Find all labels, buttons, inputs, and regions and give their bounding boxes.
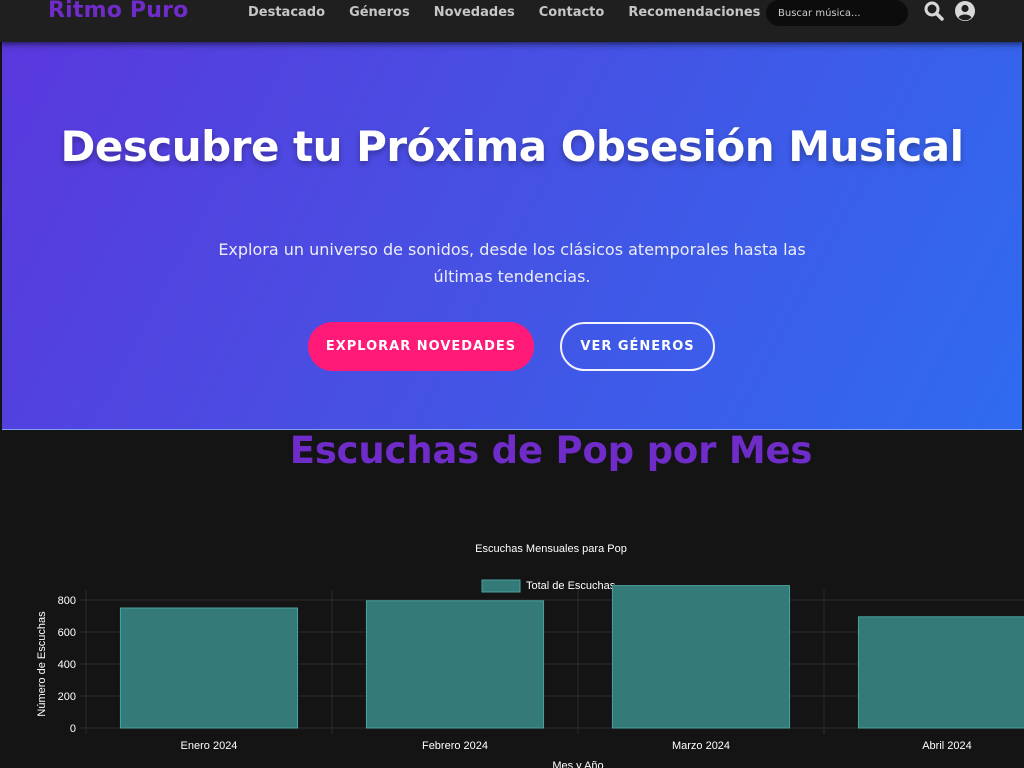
y-tick-label: 0: [70, 723, 76, 735]
hero-section: Descubre tu Próxima Obsesión Musical Exp…: [2, 42, 1022, 430]
search-icon[interactable]: [923, 0, 945, 22]
nav-link-generos[interactable]: Géneros: [349, 5, 410, 20]
search-box: [766, 0, 908, 26]
x-tick-label: Febrero 2024: [422, 740, 488, 752]
legend-label: Total de Escuchas: [526, 580, 616, 592]
pop-listens-bar-chart: Escuchas Mensuales para Pop Total de Escu…: [36, 543, 1024, 768]
y-axis-title: Número de Escuchas: [36, 611, 48, 717]
bar: [119, 607, 299, 729]
chart-title: Escuchas Mensuales para Pop: [475, 543, 627, 555]
x-tick-label: Abril 2024: [922, 740, 972, 752]
legend-swatch: [481, 579, 521, 593]
bar: [365, 600, 545, 729]
x-axis-title: Mes y Año: [552, 760, 603, 768]
nav-link-destacado[interactable]: Destacado: [248, 5, 325, 20]
explore-new-releases-button[interactable]: EXPLORAR NOVEDADES: [308, 322, 534, 371]
hero-subtitle: Explora un universo de sonidos, desde lo…: [218, 240, 806, 286]
top-navbar: Ritmo Puro Destacado Géneros Novedades C…: [0, 0, 1024, 42]
view-genres-button[interactable]: VER GÉNEROS: [560, 322, 715, 371]
section-title: Escuchas de Pop por Mes: [289, 429, 813, 472]
nav-links: Destacado Géneros Novedades Contacto Rec…: [248, 5, 784, 20]
y-tick-label: 400: [58, 659, 76, 671]
nav-link-recomendaciones[interactable]: Recomendaciones: [628, 5, 760, 20]
bar: [857, 616, 1024, 729]
brand-logo[interactable]: Ritmo Puro: [48, 0, 188, 23]
nav-link-contacto[interactable]: Contacto: [539, 5, 605, 20]
y-tick-label: 200: [58, 691, 76, 703]
x-tick-label: Enero 2024: [181, 740, 238, 752]
hero-title: Descubre tu Próxima Obsesión Musical: [60, 122, 964, 171]
x-tick-label: Marzo 2024: [672, 740, 730, 752]
user-circle-icon[interactable]: [954, 0, 976, 22]
nav-link-novedades[interactable]: Novedades: [434, 5, 515, 20]
y-tick-label: 800: [58, 595, 76, 607]
y-tick-label: 600: [58, 627, 76, 639]
bar: [611, 585, 791, 729]
search-input[interactable]: [766, 0, 908, 26]
